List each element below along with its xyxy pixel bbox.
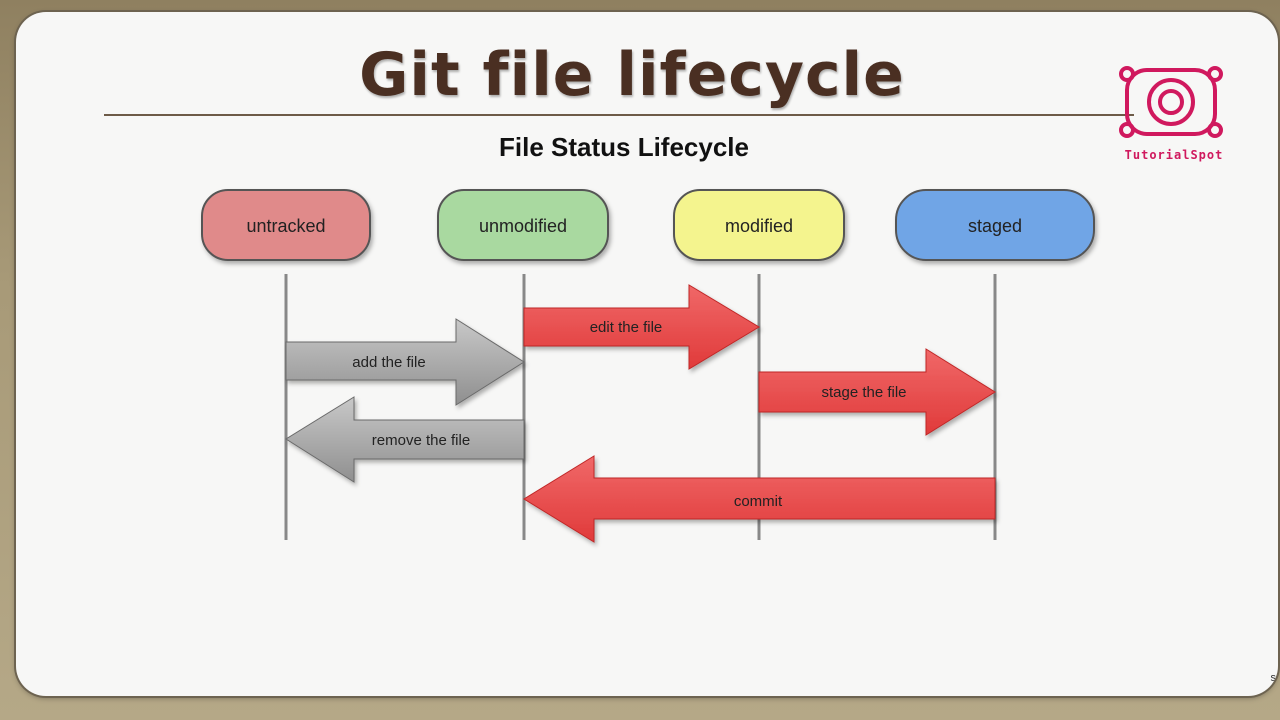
state-label: modified <box>725 216 793 236</box>
arrow-edit-the-file: edit the file <box>523 284 760 370</box>
state-label: staged <box>968 216 1022 236</box>
state-modified: modified <box>673 189 845 261</box>
state-label: untracked <box>246 216 325 236</box>
lifecycle-diagram: File Status Lifecycle untracked unmodifi… <box>201 132 1095 543</box>
state-unmodified: unmodified <box>437 189 609 261</box>
transition-label: stage the file <box>821 384 906 401</box>
arrow-add-the-file: add the file <box>285 318 525 406</box>
slide: Git file lifecycle TutorialSpot File Sta… <box>16 12 1278 696</box>
corner-mark: s <box>1270 672 1277 684</box>
diagram-title: File Status Lifecycle <box>499 132 749 162</box>
transition-label: add the file <box>352 354 425 371</box>
arrow-remove-the-file: remove the file <box>285 396 525 483</box>
transition-label: commit <box>734 493 783 510</box>
state-staged: staged <box>895 189 1095 261</box>
state-untracked: untracked <box>201 189 371 261</box>
arrow-stage-the-file: stage the file <box>758 348 996 436</box>
transition-label: remove the file <box>372 432 470 449</box>
state-label: unmodified <box>479 216 567 236</box>
transition-label: edit the file <box>590 319 663 336</box>
